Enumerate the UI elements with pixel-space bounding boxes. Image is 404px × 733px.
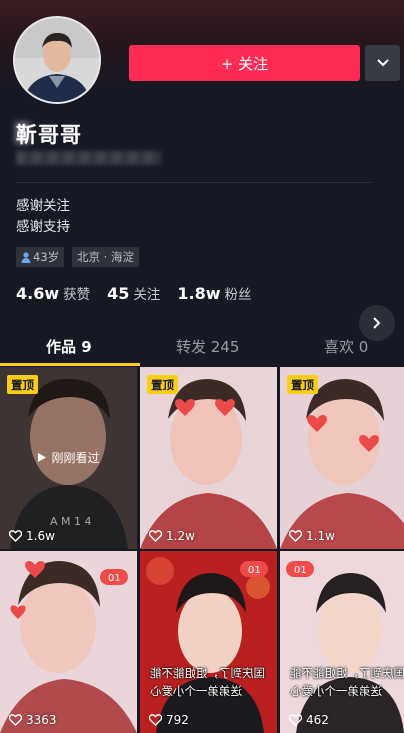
age-tag: 43岁 <box>16 247 65 267</box>
user-id-redacted <box>16 151 161 165</box>
likes-label: 获赞 <box>63 287 91 303</box>
followers-label[interactable]: 粉丝 <box>225 283 252 303</box>
video-likes: 3363 <box>9 713 57 727</box>
just-watched-text: 刚刚看过 <box>51 451 100 465</box>
heart-icon <box>149 714 162 726</box>
video-likes: 792 <box>149 713 189 727</box>
heart-icon <box>9 530 22 542</box>
bio-line-1: 感谢关注 <box>16 198 70 214</box>
svg-text:01: 01 <box>108 573 121 584</box>
likes-count-label: 3363 <box>26 713 57 727</box>
heart-icon <box>149 530 162 542</box>
heart-icon <box>289 530 302 542</box>
more-options-button[interactable] <box>365 45 400 81</box>
avatar[interactable] <box>13 16 101 104</box>
video-likes: 462 <box>289 713 329 727</box>
likes-count-label: 1.2w <box>166 529 195 543</box>
just-watched-label: 刚刚看过 <box>0 449 137 466</box>
heart-icon <box>9 714 22 726</box>
video-thumbnail[interactable]: 置顶 1.2w <box>140 367 277 549</box>
age-label: 43岁 <box>33 250 60 264</box>
video-caption-line-1: 国庆到了，姐姐能不能 <box>150 666 265 680</box>
video-thumbnail[interactable]: 01 国庆到了，姐姐能不能 送弟弟一个小爱心 792 <box>140 551 277 733</box>
video-thumbnail[interactable]: 01 国庆到了，姐姐能不能 送弟弟一个小爱心 462 <box>280 551 404 733</box>
tab-likes[interactable]: 喜欢 0 <box>324 336 368 357</box>
pinned-badge: 置顶 <box>287 375 318 394</box>
video-caption-line-1: 国庆到了，姐姐能不能 <box>290 666 404 680</box>
likes-count-label: 462 <box>306 713 329 727</box>
active-tab-indicator <box>0 363 140 366</box>
location-label: 北京 · 海淀 <box>77 250 134 264</box>
bio-line-2: 感谢支持 <box>16 219 70 235</box>
likes-count-label: 1.1w <box>306 529 335 543</box>
chevron-down-icon <box>376 59 389 67</box>
svg-text:01: 01 <box>294 565 307 576</box>
video-thumbnail[interactable]: A M 1 4 置顶 刚刚看过 1.6w <box>0 367 137 549</box>
likes-count: 4.6w <box>16 284 60 303</box>
video-likes: 1.1w <box>289 529 335 543</box>
video-grid: A M 1 4 置顶 刚刚看过 1.6w 置顶 1.2w 置顶 1.1w 01 … <box>0 367 404 733</box>
pinned-badge: 置顶 <box>7 375 38 394</box>
video-thumbnail[interactable]: 置顶 1.1w <box>280 367 404 549</box>
video-caption-line-2: 送弟弟一个小爱心 <box>290 684 382 698</box>
following-count[interactable]: 45 <box>107 284 129 303</box>
chevron-right-icon <box>373 317 381 329</box>
video-thumbnail[interactable]: 01 3363 <box>0 551 137 733</box>
followers-count[interactable]: 1.8w <box>177 284 220 303</box>
tab-works[interactable]: 作品 9 <box>46 336 92 357</box>
location-tag: 北京 · 海淀 <box>72 247 139 267</box>
pinned-badge: 置顶 <box>147 375 178 394</box>
video-likes: 1.6w <box>9 529 55 543</box>
heart-icon <box>289 714 302 726</box>
profile-stats: 4.6w 获赞 45 关注 1.8w 粉丝 <box>16 283 269 303</box>
person-icon <box>21 251 31 263</box>
svg-text:01: 01 <box>248 565 261 576</box>
follow-button[interactable]: + 关注 <box>129 45 360 81</box>
following-label[interactable]: 关注 <box>133 283 160 303</box>
play-icon <box>38 453 47 462</box>
likes-count-label: 1.6w <box>26 529 55 543</box>
video-caption-line-2: 送弟弟一个小爱心 <box>150 684 242 698</box>
video-likes: 1.2w <box>149 529 195 543</box>
tab-reposts[interactable]: 转发 245 <box>176 336 239 357</box>
likes-count-label: 792 <box>166 713 189 727</box>
username: 靳哥哥 <box>16 123 82 147</box>
profile-divider <box>16 182 372 183</box>
content-tabs: 作品 9 转发 245 喜欢 0 <box>0 330 404 366</box>
